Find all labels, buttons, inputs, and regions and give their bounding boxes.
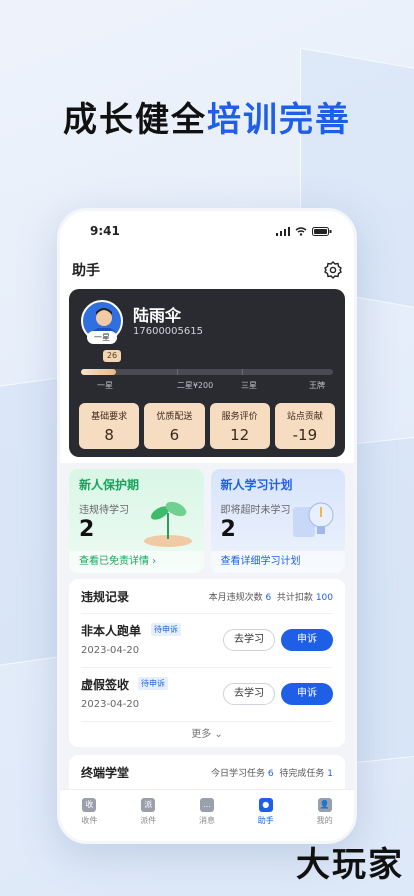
message-icon: … — [199, 798, 214, 812]
stat-value: -19 — [292, 426, 318, 444]
view-plan-link[interactable]: 查看详细学习计划 — [210, 551, 345, 573]
school-header: 终端学堂 今日学习任务 6 待完成任务 1 — [81, 755, 333, 789]
rank-badge: 一星 — [87, 331, 117, 344]
stat-value: 6 — [169, 426, 180, 444]
stat-value: 12 — [230, 426, 250, 444]
dispatch-icon: 派 — [141, 798, 156, 812]
todo-task-count: 1 — [327, 768, 333, 779]
tab-label: 我的 — [316, 816, 333, 825]
lightbulb-illustration-icon — [293, 502, 334, 537]
headline: 成长健全培训完善 — [0, 92, 414, 141]
headline-part1: 成长健全 — [63, 100, 207, 140]
tab-label: 派件 — [140, 816, 157, 825]
promo-count: 2 — [79, 517, 95, 542]
status-icons — [276, 226, 332, 236]
violation-panel: 违规记录 本月违规次数 6 共计扣款 100 非本人跑单 待申诉 2023-04… — [69, 579, 345, 747]
tab-receive[interactable]: 收 收件 — [60, 790, 119, 841]
record-title: 虚假签收 — [81, 678, 130, 692]
tab-label: 收件 — [81, 816, 98, 825]
headline-part2: 培训完善 — [207, 100, 351, 140]
violation-fine-label: 共计扣款 — [276, 592, 313, 603]
stat-row: 基础要求 8 优质配送 6 服务评价 12 站点贡献 -19 — [79, 403, 335, 449]
violation-summary: 本月违规次数 6 共计扣款 100 — [209, 590, 333, 603]
tab-label: 消息 — [198, 816, 215, 825]
progress-tick — [176, 369, 178, 375]
page-title: 助手 — [72, 263, 100, 279]
today-task-count: 6 — [267, 768, 274, 779]
promo-count: 2 — [220, 517, 236, 542]
profile-card: 一星 陆雨伞 17600005615 26 一星 二星¥200 三星 王牌 基础… — [69, 289, 345, 457]
level-progress-fill — [81, 369, 117, 375]
tab-messages[interactable]: … 消息 — [178, 790, 237, 841]
appeal-button[interactable]: 申诉 — [281, 683, 333, 705]
view-exemption-link[interactable]: 查看已免责详情 › — [69, 551, 204, 573]
tab-label: 助手 — [257, 816, 274, 825]
wifi-icon — [295, 226, 307, 236]
school-summary: 今日学习任务 6 待完成任务 1 — [211, 766, 333, 779]
level-pill: 26 — [103, 350, 121, 362]
promo-subtitle: 即将超时未学习 — [220, 505, 291, 516]
promo-row: 新人保护期 违规待学习 2 查看已免责详情 › 新人学习计划 即将超时未学习 2 — [60, 463, 354, 579]
courier-phone: 17600005615 — [133, 326, 203, 337]
stat-value: 8 — [104, 426, 114, 444]
violation-count: 6 — [265, 592, 272, 603]
tick-label: 一星 — [97, 381, 113, 390]
phone-frame: 9:41 助手 一星 陆雨伞 17600005615 26 一星 二星¥200 … — [57, 208, 357, 844]
battery-icon — [312, 226, 332, 236]
courier-name: 陆雨伞 — [133, 306, 182, 325]
violation-record: 非本人跑单 待申诉 2023-04-20 去学习 申诉 — [81, 613, 333, 667]
app-screen: 9:41 助手 一星 陆雨伞 17600005615 26 一星 二星¥200 … — [60, 211, 354, 841]
tab-assistant[interactable]: ● 助手 — [236, 790, 295, 841]
stat-label: 站点贡献 — [286, 412, 323, 422]
promo-title: 新人保护期 — [79, 478, 140, 492]
bottom-tab-bar: 收 收件 派 派件 … 消息 ● 助手 👤 我的 — [60, 789, 354, 841]
tab-mine[interactable]: 👤 我的 — [295, 790, 354, 841]
stat-card[interactable]: 站点贡献 -19 — [274, 403, 335, 449]
school-title: 终端学堂 — [81, 765, 130, 780]
violation-count-label: 本月违规次数 — [208, 592, 263, 603]
go-learn-button[interactable]: 去学习 — [223, 683, 275, 705]
appeal-button[interactable]: 申诉 — [281, 629, 333, 651]
stat-label: 服务评价 — [221, 412, 258, 422]
learning-plan-card[interactable]: 新人学习计划 即将超时未学习 2 查看详细学习计划 — [210, 469, 345, 573]
status-bar: 9:41 — [60, 211, 354, 251]
violation-fine: 100 — [315, 592, 333, 603]
promo-subtitle: 违规待学习 — [79, 505, 129, 516]
stat-label: 基础要求 — [91, 412, 128, 422]
profile-wrapper: 一星 陆雨伞 17600005615 26 一星 二星¥200 三星 王牌 基础… — [60, 289, 354, 463]
planet-icon: ● — [258, 798, 273, 812]
watermark-logo: 大玩家 — [296, 845, 404, 885]
user-icon: 👤 — [317, 798, 332, 812]
level-progress-track — [81, 369, 333, 375]
newbie-protection-card[interactable]: 新人保护期 违规待学习 2 查看已免责详情 › — [69, 469, 204, 573]
receive-icon: 收 — [82, 798, 97, 812]
tick-label: 三星 — [241, 381, 257, 390]
todo-task-label: 待完成任务 — [279, 768, 325, 779]
record-title: 非本人跑单 — [81, 624, 142, 638]
signal-icon — [276, 226, 290, 236]
sprout-illustration-icon — [143, 501, 192, 547]
violation-title: 违规记录 — [81, 589, 130, 604]
promo-title: 新人学习计划 — [220, 478, 293, 492]
app-bar: 助手 — [60, 251, 354, 289]
record-date: 2023-04-20 — [81, 699, 140, 710]
record-status-badge: 待申诉 — [151, 623, 181, 636]
violation-header: 违规记录 本月违规次数 6 共计扣款 100 — [81, 579, 333, 613]
gear-icon[interactable] — [324, 261, 342, 279]
record-status-badge: 待申诉 — [138, 677, 168, 690]
status-time: 9:41 — [90, 224, 120, 238]
stat-label: 优质配送 — [156, 412, 193, 422]
tab-dispatch[interactable]: 派 派件 — [119, 790, 178, 841]
more-button[interactable]: 更多 ⌄ — [81, 721, 333, 747]
today-task-label: 今日学习任务 — [211, 768, 266, 779]
stat-card[interactable]: 服务评价 12 — [209, 403, 270, 449]
stat-card[interactable]: 基础要求 8 — [79, 403, 140, 449]
progress-tick — [242, 369, 244, 375]
violation-record: 虚假签收 待申诉 2023-04-20 去学习 申诉 — [81, 667, 333, 721]
tick-label: 王牌 — [309, 381, 325, 390]
record-date: 2023-04-20 — [81, 645, 140, 656]
stat-card[interactable]: 优质配送 6 — [144, 403, 205, 449]
tick-label: 二星¥200 — [176, 381, 214, 390]
go-learn-button[interactable]: 去学习 — [223, 629, 275, 651]
